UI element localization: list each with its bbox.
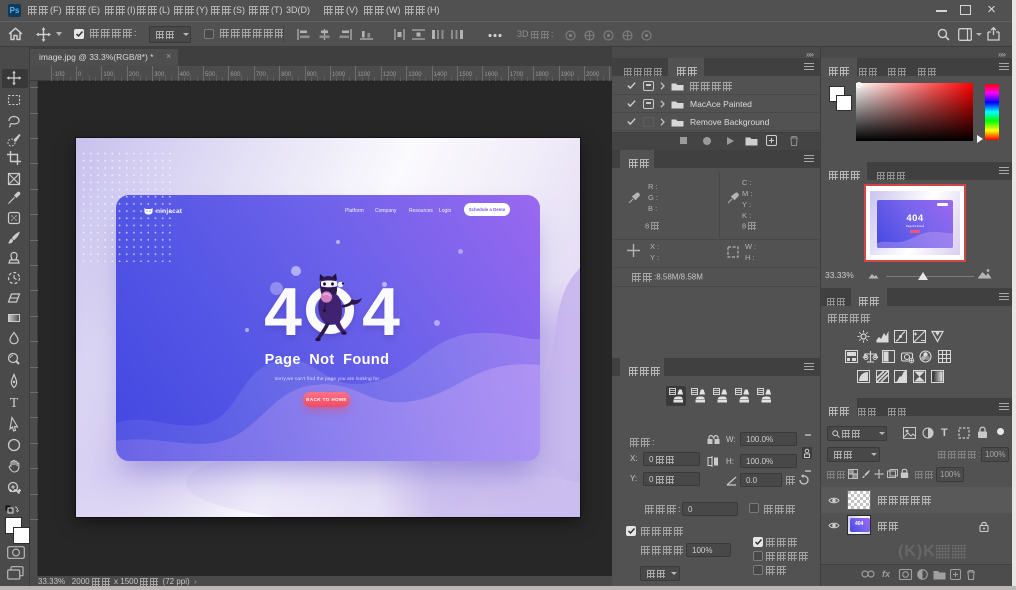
svg-text:T: T: [10, 396, 19, 411]
